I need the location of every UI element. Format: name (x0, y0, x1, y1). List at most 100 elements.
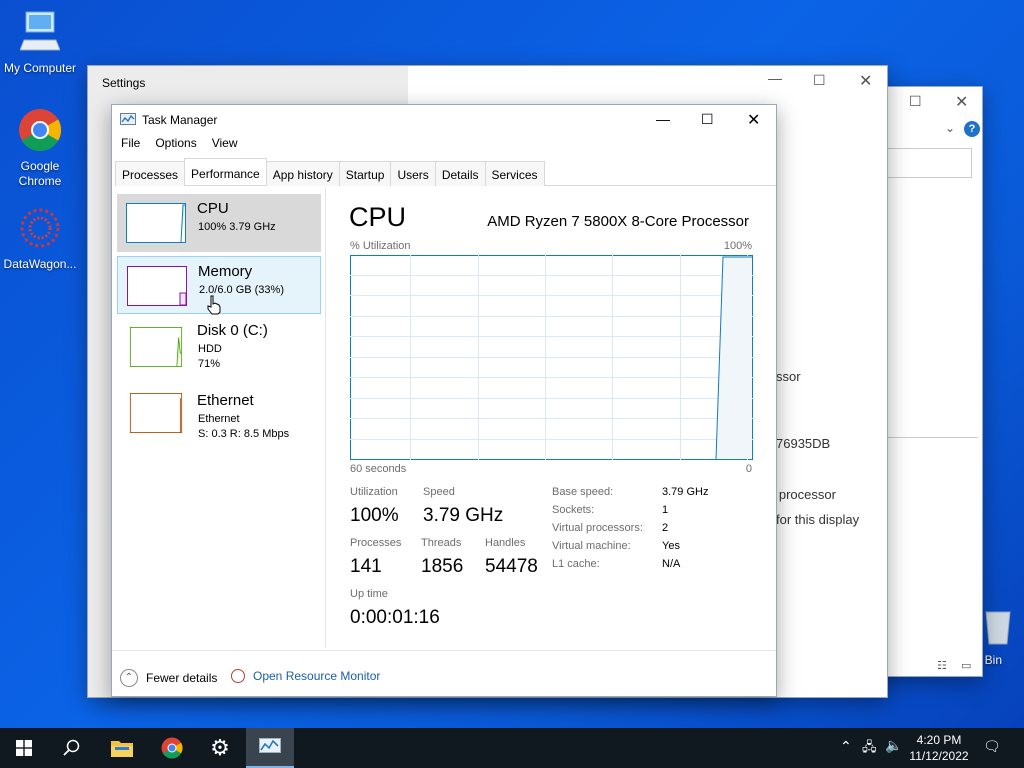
fewer-details-button[interactable]: ⌃ Fewer details (120, 669, 217, 687)
resource-detail: HDD (198, 343, 222, 355)
clock[interactable]: 4:20 PM 11/12/2022 (904, 732, 974, 764)
clock-date: 11/12/2022 (909, 749, 969, 763)
resource-name: Ethernet (197, 392, 254, 409)
help-icon[interactable]: ? (964, 121, 980, 137)
handles-label: Handles (485, 537, 526, 549)
footer: ⌃ Fewer details Open Resource Monitor (112, 650, 776, 696)
resource-name: CPU (197, 200, 229, 217)
taskbar: ⚙ ⌃ 🖧 🔈 4:20 PM 11/12/2022 🗨 (0, 728, 1024, 768)
taskbar-chrome[interactable] (148, 728, 196, 768)
folder-icon (111, 741, 133, 757)
tab-bar: Processes Performance App history Startu… (115, 158, 776, 186)
graph-label: % Utilization (350, 240, 411, 252)
resource-list: CPU 100% 3.79 GHz Memory 2.0/6.0 GB (33%… (113, 188, 326, 648)
window-title: Task Manager (142, 113, 218, 127)
minimize-icon[interactable]: — (768, 70, 782, 86)
tab-performance[interactable]: Performance (184, 158, 267, 184)
desktop-icon-label: My Computer (3, 61, 77, 75)
resource-item-memory[interactable]: Memory 2.0/6.0 GB (33%) (117, 256, 321, 315)
windows-logo-icon (16, 740, 32, 756)
tab-users[interactable]: Users (390, 161, 436, 186)
start-button[interactable] (0, 728, 48, 768)
fewer-details-label: Fewer details (146, 671, 218, 685)
hand-cursor-icon (207, 295, 221, 315)
tab-startup[interactable]: Startup (338, 161, 392, 186)
datawagon-icon (20, 208, 60, 248)
close-icon[interactable]: ✕ (859, 71, 872, 91)
network-icon[interactable]: 🖧 (862, 738, 877, 760)
tab-services[interactable]: Services (484, 161, 545, 186)
large-icons-view-icon[interactable]: ▭ (961, 659, 971, 672)
menu-options[interactable]: Options (155, 136, 196, 150)
tab-details[interactable]: Details (434, 161, 486, 186)
detail-key: L1 cache: (552, 558, 600, 570)
resource-detail-2: S: 0.3 R: 8.5 Mbps (198, 428, 290, 440)
chrome-icon (19, 109, 62, 152)
detail-key: Virtual machine: (552, 540, 631, 552)
cpu-panel: CPU AMD Ryzen 7 5800X 8-Core Processor %… (327, 188, 777, 648)
memory-mini-graph (127, 266, 187, 306)
task-manager-window[interactable]: Task Manager — ☐ ✕ File Options View Proce… (111, 104, 777, 697)
close-icon[interactable]: ✕ (955, 92, 968, 112)
behind-text-1: ssor (776, 369, 801, 384)
search-icon (63, 739, 80, 756)
minimize-icon[interactable]: — (656, 111, 670, 127)
recycle-bin-icon (985, 611, 1011, 645)
task-manager-icon (259, 738, 281, 753)
maximize-icon[interactable]: ☐ (813, 72, 826, 89)
menu-view[interactable]: View (212, 136, 238, 150)
volume-icon[interactable]: 🔈 (885, 737, 902, 754)
tab-app-history[interactable]: App history (265, 161, 340, 186)
desktop-icon-label: Google Chrome (18, 159, 62, 188)
chevron-up-icon: ⌃ (120, 669, 138, 687)
graph-min-label: 0 (745, 463, 752, 475)
resource-item-cpu[interactable]: CPU 100% 3.79 GHz (117, 194, 321, 252)
maximize-icon[interactable]: ☐ (701, 111, 714, 128)
tab-processes[interactable]: Processes (115, 161, 186, 186)
resource-name: Memory (198, 263, 253, 280)
cpu-mini-graph (126, 203, 186, 243)
chevron-up-icon[interactable]: ⌃ (840, 738, 852, 755)
graph-max-label: 100% (723, 240, 752, 252)
chrome-icon (161, 737, 183, 759)
behind-text-2: 76935DB (776, 436, 831, 451)
resource-item-ethernet[interactable]: Ethernet Ethernet S: 0.3 R: 8.5 Mbps (117, 384, 321, 444)
close-icon[interactable]: ✕ (747, 110, 760, 130)
resource-monitor-label: Open Resource Monitor (253, 669, 381, 683)
uptime-label: Up time (350, 588, 388, 600)
maximize-icon[interactable]: ☐ (909, 93, 922, 110)
search-button[interactable] (48, 728, 96, 768)
utilization-label: Utilization (350, 486, 398, 498)
detail-value: 2 (662, 522, 669, 534)
resource-detail: Ethernet (198, 413, 240, 425)
open-resource-monitor-link[interactable]: Open Resource Monitor (231, 669, 380, 683)
disk-mini-graph (126, 327, 186, 367)
menu-file[interactable]: File (121, 136, 140, 150)
menu-bar: File Options View (112, 136, 244, 156)
computer-icon (19, 11, 61, 51)
resource-detail: 100% 3.79 GHz (198, 221, 276, 233)
detail-value: 3.79 GHz (662, 486, 709, 498)
detail-key: Sockets: (552, 504, 595, 516)
desktop-icon-chrome[interactable]: Google Chrome (0, 108, 80, 189)
speed-label: Speed (423, 486, 455, 498)
resource-item-disk[interactable]: Disk 0 (C:) HDD 71% (117, 316, 321, 382)
taskbar-file-explorer[interactable] (98, 728, 146, 768)
settings-title: Settings (102, 76, 146, 90)
taskbar-settings[interactable]: ⚙ (196, 728, 244, 768)
desktop-icon-datawagon[interactable]: DataWagon... (0, 206, 80, 271)
taskbar-task-manager[interactable] (246, 728, 294, 768)
threads-label: Threads (421, 537, 462, 549)
handles-value: 54478 (485, 556, 538, 577)
graph-time-label: 60 seconds (350, 463, 407, 475)
desktop-icon-my-computer[interactable]: My Computer (0, 10, 80, 75)
resource-name: Disk 0 (C:) (197, 322, 268, 339)
notification-icon[interactable]: 🗨 (983, 738, 1001, 755)
behind-text-4: for this display (776, 512, 860, 527)
chevron-down-icon[interactable]: ⌄ (945, 121, 955, 135)
title-bar[interactable]: Task Manager — ☐ ✕ (112, 105, 776, 135)
gear-icon: ⚙ (210, 735, 230, 760)
details-view-icon[interactable]: ☷ (937, 659, 947, 672)
processes-label: Processes (350, 537, 402, 549)
ethernet-mini-graph (126, 393, 186, 433)
